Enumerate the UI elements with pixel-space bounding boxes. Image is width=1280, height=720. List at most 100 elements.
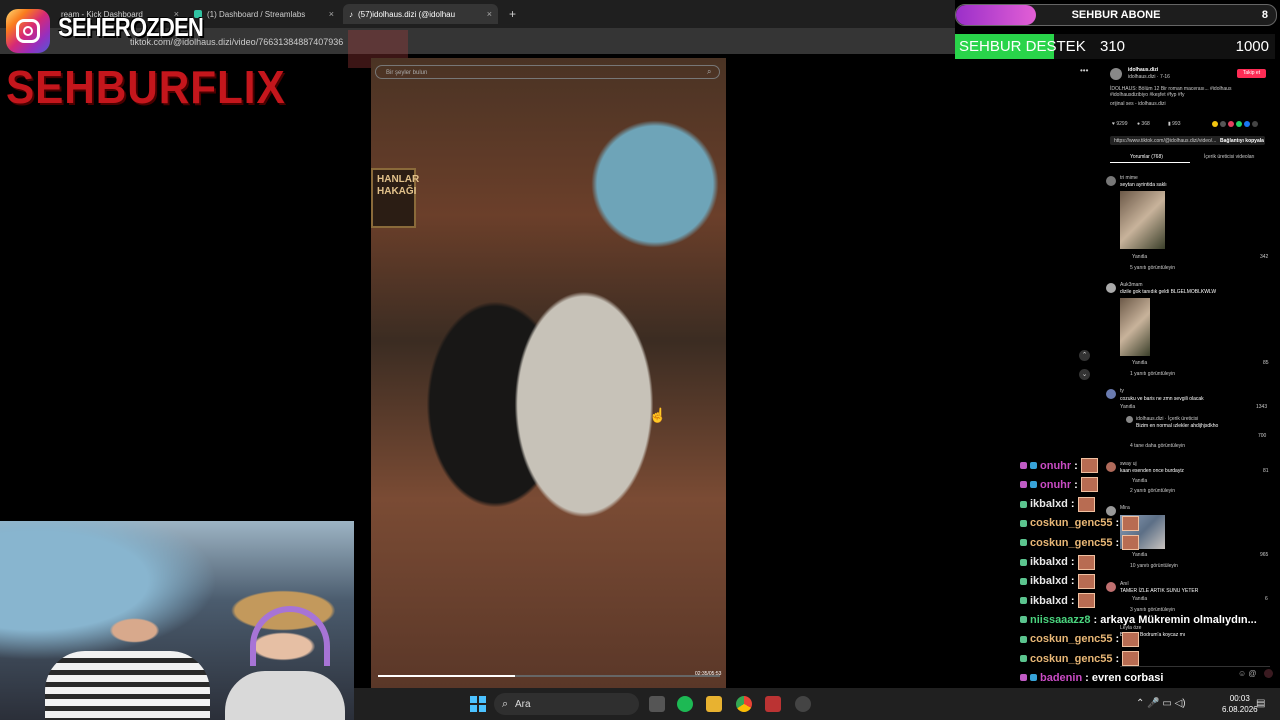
chat-username[interactable]: niissaaazz8 bbox=[1030, 614, 1091, 626]
comment-user[interactable]: sway uj bbox=[1120, 461, 1137, 467]
windows-start-icon[interactable] bbox=[470, 696, 486, 712]
tab-comments[interactable]: Yorumlar (768) bbox=[1130, 154, 1163, 160]
comment-count[interactable]: ● 368 bbox=[1137, 121, 1150, 127]
chat-username[interactable]: onuhr bbox=[1040, 479, 1071, 491]
notification-icon[interactable]: ▤ bbox=[1256, 698, 1265, 709]
chat-username[interactable]: onuhr bbox=[1040, 460, 1071, 472]
reply-link[interactable]: Yanıtla bbox=[1120, 404, 1135, 410]
close-icon[interactable]: × bbox=[487, 9, 492, 19]
task-view-icon[interactable] bbox=[649, 696, 665, 712]
share-icon[interactable] bbox=[1212, 121, 1218, 127]
share-more-icon[interactable] bbox=[1252, 121, 1258, 127]
badge-icon bbox=[1020, 577, 1027, 585]
avatar[interactable] bbox=[1106, 389, 1116, 399]
comment-likes[interactable]: 700 bbox=[1258, 433, 1266, 439]
like-count[interactable]: ♥ 9299 bbox=[1112, 121, 1127, 127]
post-comment-icon[interactable] bbox=[1264, 669, 1273, 678]
embed-icon[interactable] bbox=[1220, 121, 1226, 127]
tab-tiktok[interactable]: ♪ (57)idolhaus.dizi (@idolhau × bbox=[343, 4, 498, 24]
follow-button[interactable]: Takip et bbox=[1237, 69, 1266, 78]
chat-username[interactable]: ikbalxd bbox=[1030, 575, 1068, 587]
brand-logo-text: SEHBURFLIX bbox=[6, 61, 286, 113]
save-count[interactable]: ▮ 993 bbox=[1168, 121, 1181, 127]
hand-cursor-icon: ☝ bbox=[649, 407, 667, 423]
copy-link-button[interactable]: Bağlantıyı kopyala bbox=[1220, 138, 1264, 144]
comment-likes[interactable]: 965 bbox=[1260, 552, 1268, 558]
video-progress-bar[interactable] bbox=[378, 675, 720, 677]
whatsapp-icon[interactable] bbox=[1236, 121, 1242, 127]
avatar[interactable] bbox=[1106, 582, 1116, 592]
video-link[interactable]: https://www.tiktok.com/@idolhaus.dizi/vi… bbox=[1114, 138, 1216, 144]
instagram-logo-icon bbox=[6, 9, 50, 53]
reply-link[interactable]: Yanıtla bbox=[1132, 596, 1147, 602]
comment-user[interactable]: ty bbox=[1120, 388, 1124, 394]
comment-likes[interactable]: 85 bbox=[1263, 360, 1269, 366]
obs-icon[interactable] bbox=[795, 696, 811, 712]
reply-link[interactable]: Yanıtla bbox=[1132, 552, 1147, 558]
video-editor-icon[interactable] bbox=[765, 696, 781, 712]
comment-image[interactable] bbox=[1120, 298, 1150, 356]
view-replies-link[interactable]: 1 yanıtı görüntüleyin bbox=[1130, 371, 1175, 377]
chrome-icon[interactable] bbox=[736, 696, 752, 712]
chat-username[interactable]: coskun_genc55 bbox=[1030, 537, 1113, 549]
account-name[interactable]: idolhaus.dizi bbox=[1128, 67, 1158, 73]
next-video-button[interactable]: ⌄ bbox=[1079, 369, 1090, 380]
badge-icon bbox=[1020, 481, 1027, 489]
more-options-icon[interactable]: ••• bbox=[1080, 66, 1088, 75]
creator-reply-user[interactable]: idolhaus.dizi · İçerik üreticisi bbox=[1136, 416, 1198, 422]
reply-link[interactable]: Yanıtla bbox=[1132, 254, 1147, 260]
file-explorer-icon[interactable] bbox=[706, 696, 722, 712]
comment-likes[interactable]: 81 bbox=[1263, 468, 1269, 474]
donation-goal-label: SEHBUR DESTEK bbox=[959, 38, 1086, 55]
chat-message: badenin: evren corbasi bbox=[1020, 668, 1163, 687]
tab-creator-videos[interactable]: İçerik üreticisi videoları bbox=[1204, 154, 1255, 160]
taskbar-clock[interactable]: 00:03 6.08.2026 bbox=[1222, 693, 1258, 715]
search-icon[interactable]: ⌕ bbox=[707, 67, 711, 77]
tab-indicator bbox=[1110, 162, 1190, 163]
reply-link[interactable]: Yanıtla bbox=[1132, 360, 1147, 366]
comment-user[interactable]: Anıl bbox=[1120, 581, 1129, 587]
previous-video-button[interactable]: ⌃ bbox=[1079, 350, 1090, 361]
chat-username[interactable]: coskun_genc55 bbox=[1030, 653, 1113, 665]
comment-image[interactable] bbox=[1120, 191, 1165, 249]
view-replies-link[interactable]: 5 yanıtı görüntüleyin bbox=[1130, 265, 1175, 271]
facebook-icon[interactable] bbox=[1244, 121, 1250, 127]
tab-streamlabs[interactable]: (1) Dashboard / Streamlabs × bbox=[188, 4, 340, 24]
comment-user[interactable]: Mira bbox=[1120, 505, 1130, 511]
reply-link[interactable]: Yanıtla bbox=[1132, 478, 1147, 484]
badge-icon bbox=[1030, 481, 1037, 489]
spotify-icon[interactable] bbox=[677, 696, 693, 712]
comment-user[interactable]: tri mime bbox=[1120, 175, 1138, 181]
search-input[interactable]: Bir şeyler bulun bbox=[375, 65, 720, 79]
avatar[interactable] bbox=[1106, 462, 1116, 472]
chat-username[interactable]: coskun_genc55 bbox=[1030, 517, 1113, 529]
chat-username[interactable]: ikbalxd bbox=[1030, 498, 1068, 510]
comment-likes[interactable]: 1343 bbox=[1256, 404, 1267, 410]
avatar[interactable] bbox=[1106, 176, 1116, 186]
shop-sign: HANLAR HAKAĞI bbox=[371, 168, 419, 228]
new-tab-button[interactable]: + bbox=[503, 4, 523, 24]
account-avatar[interactable] bbox=[1110, 68, 1122, 80]
chat-username[interactable]: ikbalxd bbox=[1030, 595, 1068, 607]
creator-reply-text: Bizim en normal ızlekler ahdijhjsdkho bbox=[1136, 423, 1219, 429]
comment-user[interactable]: Auk3mam bbox=[1120, 282, 1143, 288]
pinterest-icon[interactable] bbox=[1228, 121, 1234, 127]
comment-likes[interactable]: 6 bbox=[1265, 596, 1268, 602]
chat-username[interactable]: coskun_genc55 bbox=[1030, 633, 1113, 645]
chat-username[interactable]: ikbalxd bbox=[1030, 556, 1068, 568]
view-replies-link[interactable]: 4 tane daha görüntüleyin bbox=[1130, 443, 1185, 449]
close-icon[interactable]: × bbox=[329, 9, 334, 19]
view-replies-link[interactable]: 2 yanıtı görüntüleyin bbox=[1130, 488, 1175, 494]
view-replies-link[interactable]: 10 yanıtı görüntüleyin bbox=[1130, 563, 1178, 569]
avatar[interactable] bbox=[1106, 283, 1116, 293]
system-tray-icons[interactable]: ⌃ 🎤 ▭ ◁) bbox=[1136, 698, 1186, 709]
tiktok-video-player[interactable]: HANLAR HAKAĞI bbox=[371, 58, 726, 688]
comment-likes[interactable]: 342 bbox=[1260, 254, 1268, 260]
avatar[interactable] bbox=[1126, 416, 1133, 423]
chat-username[interactable]: badenin bbox=[1040, 672, 1082, 684]
taskbar-search[interactable]: ⌕ Ara bbox=[494, 693, 639, 715]
emoji-icon[interactable]: ☺ @ bbox=[1238, 669, 1257, 678]
badge-icon bbox=[1020, 519, 1027, 527]
badge-icon bbox=[1020, 462, 1027, 469]
sound-label[interactable]: orijinal ses - idolhaus.dizi bbox=[1110, 101, 1166, 107]
